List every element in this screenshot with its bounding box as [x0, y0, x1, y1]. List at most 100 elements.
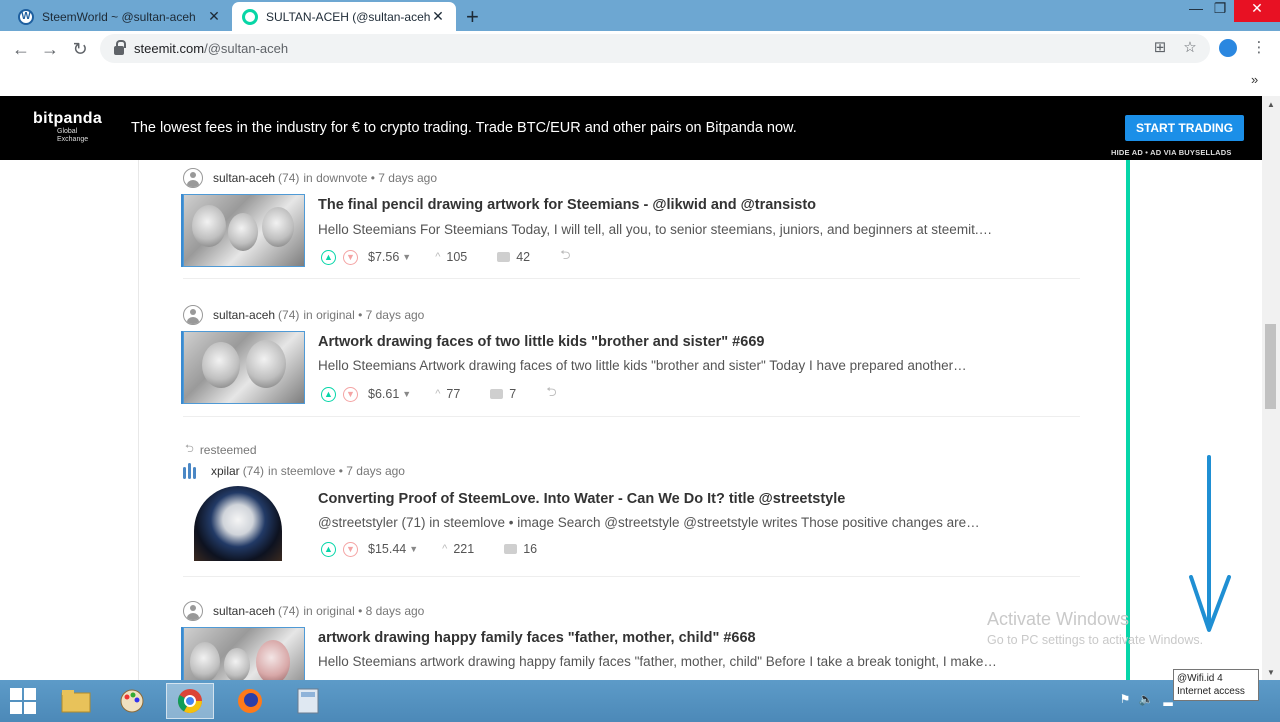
downvote-button[interactable]: ▼	[343, 541, 358, 557]
chevron-double-right-icon[interactable]: »	[1251, 72, 1258, 87]
author-link[interactable]: xpilar	[211, 464, 240, 478]
tooltip-status: Internet access	[1177, 686, 1245, 697]
vote-count[interactable]: 221	[453, 542, 474, 556]
resteem-icon[interactable]: ⮌	[560, 246, 570, 268]
post-excerpt[interactable]: @streetstyler (71) in steemlove • image …	[318, 515, 980, 530]
profile-avatar[interactable]	[1219, 39, 1237, 57]
post-thumbnail[interactable]	[194, 486, 282, 561]
scroll-thumb[interactable]	[1265, 324, 1276, 409]
menu-icon[interactable]: ⋮	[1250, 39, 1268, 57]
post-thumbnail[interactable]	[183, 331, 305, 404]
back-button[interactable]: ←	[10, 38, 32, 60]
steem-logo-icon[interactable]	[183, 463, 203, 479]
chevron-up-icon: ^	[435, 251, 441, 263]
close-icon[interactable]: ✕	[206, 8, 222, 25]
scroll-up-arrow[interactable]: ▲	[1262, 96, 1280, 113]
divider	[183, 576, 1080, 577]
chevron-down-icon[interactable]: ▼	[402, 389, 411, 399]
drawing-face	[262, 207, 294, 247]
author-link[interactable]: sultan-aceh	[213, 604, 275, 618]
steemit-icon	[242, 8, 258, 25]
translate-icon[interactable]: ⊞	[1151, 39, 1169, 57]
flag-icon[interactable]: ⚑	[1117, 692, 1133, 708]
sidebar-accent-line	[1126, 160, 1130, 680]
wordpress-icon: W	[18, 8, 34, 25]
scroll-down-arrow[interactable]: ▼	[1262, 664, 1280, 681]
upvote-button[interactable]: ▲	[321, 249, 336, 265]
upvote-button[interactable]: ▲	[321, 541, 336, 557]
post-actions: ▲ ▼ $6.61 ▼ ^ 77 7 ⮌	[321, 383, 557, 405]
post-title-link[interactable]: artwork drawing happy family faces "fath…	[318, 630, 756, 646]
downvote-button[interactable]: ▼	[343, 249, 358, 265]
drawing-face	[224, 648, 250, 680]
volume-icon[interactable]: 🔈	[1138, 692, 1154, 708]
post-context: in original • 8 days ago	[303, 604, 425, 618]
chrome-icon[interactable]	[166, 683, 214, 719]
calculator-icon[interactable]	[284, 683, 332, 719]
vote-count[interactable]: 105	[446, 250, 467, 264]
post-meta: sultan-aceh (74) in original • 7 days ag…	[183, 305, 424, 325]
list-item: sultan-aceh (74) in downvote • 7 days ag…	[183, 164, 1080, 294]
payout-value[interactable]: $15.44	[368, 542, 406, 556]
post-thumbnail[interactable]	[183, 627, 305, 680]
window-close-button[interactable]: ✕	[1234, 0, 1280, 22]
firefox-icon[interactable]	[226, 683, 274, 719]
post-meta: sultan-aceh (74) in original • 8 days ag…	[183, 601, 424, 621]
post-thumbnail[interactable]	[183, 194, 305, 267]
close-icon[interactable]: ✕	[430, 8, 446, 25]
comment-count[interactable]: 42	[516, 250, 530, 264]
chevron-down-icon[interactable]: ▼	[409, 544, 418, 554]
post-excerpt[interactable]: Hello Steemians artwork drawing happy fa…	[318, 654, 997, 669]
post-meta: sultan-aceh (74) in downvote • 7 days ag…	[183, 168, 437, 188]
chevron-up-icon: ^	[435, 388, 441, 400]
tab-steemworld[interactable]: W SteemWorld ~ @sultan-aceh ✕	[8, 2, 232, 31]
ad-banner[interactable]: bitpanda Global Exchange The lowest fees…	[0, 96, 1262, 160]
forward-button[interactable]: →	[39, 38, 61, 60]
bookmark-star-icon[interactable]: ☆	[1181, 39, 1199, 57]
page-scrollbar[interactable]: ▲ ▼	[1262, 96, 1280, 681]
post-context: in steemlove • 7 days ago	[268, 464, 405, 478]
downvote-button[interactable]: ▼	[343, 386, 358, 402]
bitpanda-logo-subtitle: Global Exchange	[57, 128, 88, 144]
post-excerpt[interactable]: Hello Steemians For Steemians Today, I w…	[318, 222, 992, 237]
lock-icon	[114, 40, 126, 55]
post-actions: ▲ ▼ $15.44 ▼ ^ 221 16	[321, 540, 567, 558]
resteem-icon[interactable]: ⮌	[546, 383, 556, 405]
post-excerpt[interactable]: Hello Steemians Artwork drawing faces of…	[318, 358, 967, 373]
file-explorer-icon[interactable]	[52, 683, 100, 719]
chevron-down-icon[interactable]: ▼	[402, 252, 411, 262]
comment-count[interactable]: 16	[523, 542, 537, 556]
drawing-face	[192, 205, 226, 247]
tab-sultan-aceh[interactable]: SULTAN-ACEH (@sultan-aceh) — ✕	[232, 2, 456, 31]
avatar[interactable]	[183, 601, 203, 621]
activation-watermark-subtitle: Go to PC settings to activate Windows.	[987, 633, 1204, 647]
new-tab-button[interactable]: +	[466, 4, 479, 30]
url-host: steemit.com	[134, 41, 205, 56]
reload-button[interactable]: ↻	[69, 38, 91, 60]
bitpanda-logo: bitpanda	[33, 110, 103, 127]
payout-value[interactable]: $6.61	[368, 387, 399, 401]
comment-count[interactable]: 7	[509, 387, 516, 401]
paint-icon[interactable]	[108, 683, 156, 719]
post-title-link[interactable]: The final pencil drawing artwork for Ste…	[318, 197, 816, 213]
avatar[interactable]	[183, 168, 203, 188]
post-meta: xpilar (74) in steemlove • 7 days ago	[183, 461, 405, 481]
start-trading-button[interactable]: START TRADING	[1125, 115, 1244, 141]
address-bar[interactable]: steemit.com/@sultan-aceh	[100, 34, 1210, 63]
vote-count[interactable]: 77	[446, 387, 460, 401]
divider	[183, 416, 1080, 417]
payout-value[interactable]: $7.56	[368, 250, 399, 264]
author-link[interactable]: sultan-aceh	[213, 171, 275, 185]
resteemed-label: ⮌ resteemed	[185, 440, 257, 459]
windows-start-button[interactable]	[10, 688, 36, 714]
hide-ad-link[interactable]: HIDE AD • AD VIA BUYSELLADS	[1111, 148, 1232, 157]
tooltip-network-name: @Wifi.id 4	[1177, 673, 1223, 684]
logo-subtitle-line: Global	[57, 128, 78, 135]
author-link[interactable]: sultan-aceh	[213, 308, 275, 322]
upvote-button[interactable]: ▲	[321, 386, 336, 402]
tab-title: SteemWorld ~ @sultan-aceh	[42, 9, 196, 24]
ad-text: The lowest fees in the industry for € to…	[131, 120, 797, 136]
avatar[interactable]	[183, 305, 203, 325]
post-title-link[interactable]: Artwork drawing faces of two little kids…	[318, 334, 764, 350]
post-title-link[interactable]: Converting Proof of SteemLove. Into Wate…	[318, 491, 845, 507]
